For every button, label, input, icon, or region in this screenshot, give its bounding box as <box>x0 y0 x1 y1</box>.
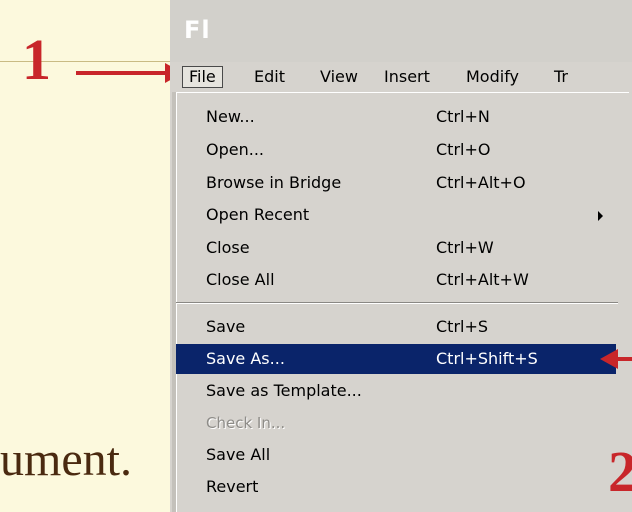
menu-item-save-as-template[interactable]: Save as Template... <box>176 376 616 406</box>
menu-item-label: Browse in Bridge <box>206 173 342 192</box>
menu-file[interactable]: File <box>182 66 223 88</box>
menu-modify[interactable]: Modify <box>460 66 525 88</box>
menu-item-new[interactable]: New... Ctrl+N <box>176 102 616 132</box>
menu-item-save-as[interactable]: Save As... Ctrl+Shift+S <box>176 344 616 374</box>
title-bar: Fl <box>170 0 632 62</box>
menu-item-close[interactable]: Close Ctrl+W <box>176 233 616 263</box>
menu-item-label: Revert <box>206 477 259 496</box>
menu-view[interactable]: View <box>314 66 364 88</box>
menu-item-shortcut: Ctrl+W <box>436 238 494 257</box>
menu-item-label: New... <box>206 107 255 126</box>
menu-item-save[interactable]: Save Ctrl+S <box>176 312 616 342</box>
menu-item-shortcut: Ctrl+N <box>436 107 490 126</box>
menu-item-open[interactable]: Open... Ctrl+O <box>176 135 616 165</box>
step-2-label: 2 <box>608 439 632 504</box>
menu-item-label: Save as Template... <box>206 381 362 400</box>
menu-edit[interactable]: Edit <box>248 66 291 88</box>
menu-item-label: Open Recent <box>206 205 310 224</box>
menu-item-shortcut: Ctrl+Alt+W <box>436 270 529 289</box>
menu-item-label: Save <box>206 317 246 336</box>
submenu-arrow-icon <box>598 211 603 221</box>
menu-item-save-all[interactable]: Save All <box>176 440 616 470</box>
menu-text[interactable]: Tr <box>548 66 574 88</box>
application-window: Fl File Edit View Insert Modify Tr New..… <box>170 0 632 512</box>
slide-body-text: ument. <box>0 433 132 486</box>
menu-item-shortcut: Ctrl+Shift+S <box>436 349 538 368</box>
menu-item-label: Save All <box>206 445 271 464</box>
menu-item-label: Close <box>206 238 250 257</box>
menu-insert[interactable]: Insert <box>378 66 436 88</box>
menu-item-label: Check In... <box>206 414 286 432</box>
step-1-label: 1 <box>22 27 51 92</box>
app-logo: Fl <box>184 16 211 44</box>
arrow-2-shaft <box>615 357 632 361</box>
menu-item-revert[interactable]: Revert <box>176 472 616 502</box>
menu-item-label: Open... <box>206 140 264 159</box>
menu-item-open-recent[interactable]: Open Recent <box>176 200 616 230</box>
menu-item-close-all[interactable]: Close All Ctrl+Alt+W <box>176 265 616 295</box>
menu-item-label: Close All <box>206 270 275 289</box>
menu-separator <box>176 302 618 304</box>
menu-item-shortcut: Ctrl+S <box>436 317 489 336</box>
menu-item-label: Save As... <box>206 349 285 368</box>
menu-item-browse-in-bridge[interactable]: Browse in Bridge Ctrl+Alt+O <box>176 168 616 198</box>
menu-bar: File Edit View Insert Modify Tr <box>170 62 632 92</box>
menu-item-check-in: Check In... <box>176 408 616 438</box>
menu-item-shortcut: Ctrl+O <box>436 140 491 159</box>
menu-item-shortcut: Ctrl+Alt+O <box>436 173 526 192</box>
arrow-1-shaft <box>76 71 170 75</box>
